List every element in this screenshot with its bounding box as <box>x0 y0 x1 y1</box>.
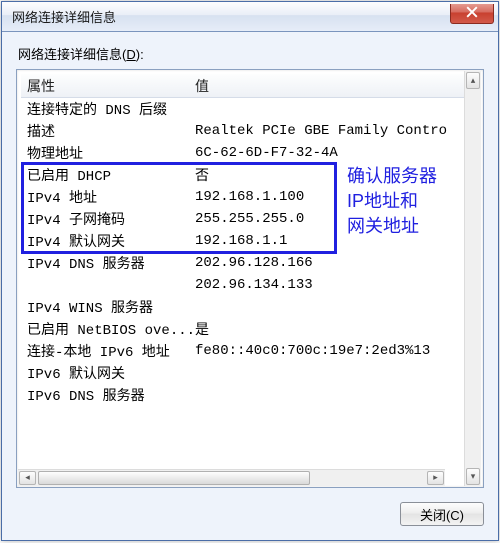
section-label-prefix: 网络连接详细信息( <box>18 47 126 62</box>
titlebar[interactable]: 网络连接详细信息 <box>2 2 498 32</box>
column-header-value[interactable]: 值 <box>191 76 464 96</box>
scroll-right-arrow-icon[interactable]: ▸ <box>427 471 444 485</box>
close-button-label: 关闭(C) <box>420 505 464 524</box>
list-item: 描述Realtek PCIe GBE Family Contro <box>21 120 464 142</box>
section-label-suffix: ): <box>136 47 144 62</box>
list-item: IPv6 默认网关 <box>21 362 464 384</box>
scroll-up-arrow-icon[interactable]: ▴ <box>466 72 480 89</box>
val-cell: 6C-62-6D-F7-32-4A <box>191 145 464 161</box>
prop-cell: 连接特定的 DNS 后缀 <box>21 99 191 119</box>
scroll-down-arrow-icon[interactable]: ▾ <box>466 468 480 485</box>
section-label: 网络连接详细信息(D): <box>16 44 484 63</box>
prop-cell: IPv4 子网掩码 <box>21 209 191 229</box>
window-title: 网络连接详细信息 <box>12 7 450 26</box>
window-close-button[interactable] <box>450 4 494 24</box>
details-list-wrap: 属性 值 连接特定的 DNS 后缀 描述Realtek PCIe GBE Fam… <box>16 69 484 488</box>
dialog-window: 网络连接详细信息 网络连接详细信息(D): 属性 值 连接特定的 DNS 后缀 … <box>1 1 499 541</box>
prop-cell: IPv6 默认网关 <box>21 363 191 383</box>
column-header-property[interactable]: 属性 <box>21 76 191 96</box>
prop-cell: 描述 <box>21 121 191 141</box>
list-item: 连接-本地 IPv6 地址fe80::40c0:700c:19e7:2ed3%1… <box>21 340 464 362</box>
prop-cell: 已启用 NetBIOS ove... <box>21 319 191 339</box>
client-area: 网络连接详细信息(D): 属性 值 连接特定的 DNS 后缀 描述Realtek… <box>2 32 498 540</box>
list-item: 202.96.134.133 <box>21 274 464 296</box>
list-item: 已启用 NetBIOS ove...是 <box>21 318 464 340</box>
list-item: IPv4 WINS 服务器 <box>21 296 464 318</box>
list-item: IPv4 DNS 服务器202.96.128.166 <box>21 252 464 274</box>
val-cell: 202.96.134.133 <box>191 277 464 293</box>
list-content: 属性 值 连接特定的 DNS 后缀 描述Realtek PCIe GBE Fam… <box>17 70 464 487</box>
val-cell: 192.168.1.1 <box>191 233 464 249</box>
prop-cell: IPv6 DNS 服务器 <box>21 385 191 405</box>
hscroll-track[interactable] <box>37 470 426 486</box>
prop-cell: IPv4 WINS 服务器 <box>21 297 191 317</box>
val-cell: 255.255.255.0 <box>191 211 464 227</box>
list-item: IPv4 默认网关192.168.1.1 <box>21 230 464 252</box>
list-item: IPv4 子网掩码255.255.255.0 <box>21 208 464 230</box>
val-cell: 202.96.128.166 <box>191 255 464 271</box>
button-row: 关闭(C) <box>16 502 484 526</box>
val-cell: 否 <box>191 165 464 185</box>
val-cell: 是 <box>191 319 464 339</box>
close-icon <box>466 6 478 21</box>
val-cell: Realtek PCIe GBE Family Contro <box>191 123 464 139</box>
prop-cell: 物理地址 <box>21 143 191 163</box>
close-button[interactable]: 关闭(C) <box>400 502 484 526</box>
vscroll-track[interactable] <box>465 90 481 467</box>
column-header-row[interactable]: 属性 值 <box>21 74 464 98</box>
prop-cell: 已启用 DHCP <box>21 165 191 185</box>
details-list[interactable]: 属性 值 连接特定的 DNS 后缀 描述Realtek PCIe GBE Fam… <box>16 69 484 488</box>
list-item: IPv6 DNS 服务器 <box>21 384 464 406</box>
list-item: 连接特定的 DNS 后缀 <box>21 98 464 120</box>
horizontal-scrollbar[interactable]: ◂ ▸ <box>18 469 445 486</box>
section-label-hotkey: D <box>126 47 135 62</box>
list-item: 已启用 DHCP否 <box>21 164 464 186</box>
list-item: 物理地址6C-62-6D-F7-32-4A <box>21 142 464 164</box>
prop-cell: IPv4 地址 <box>21 187 191 207</box>
scroll-left-arrow-icon[interactable]: ◂ <box>19 471 36 485</box>
list-item: IPv4 地址192.168.1.100 <box>21 186 464 208</box>
prop-cell: 连接-本地 IPv6 地址 <box>21 341 191 361</box>
val-cell: fe80::40c0:700c:19e7:2ed3%13 <box>191 343 464 359</box>
vertical-scrollbar[interactable]: ▴ ▾ <box>464 71 481 486</box>
val-cell: 192.168.1.100 <box>191 189 464 205</box>
prop-cell: IPv4 默认网关 <box>21 231 191 251</box>
prop-cell: IPv4 DNS 服务器 <box>21 253 191 273</box>
hscroll-thumb[interactable] <box>38 471 310 485</box>
